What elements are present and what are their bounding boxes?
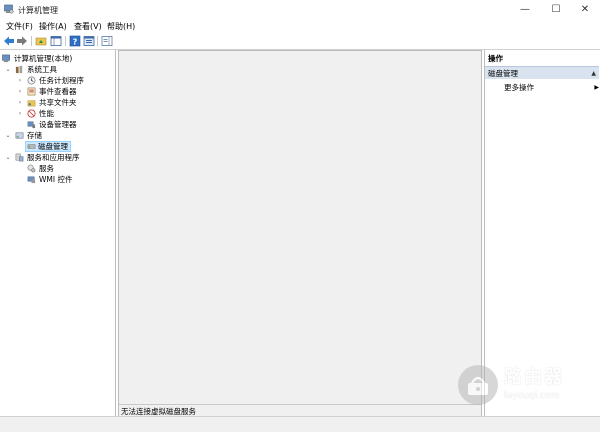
tree-label: 服务和应用程序 xyxy=(27,153,80,162)
wmi-icon xyxy=(27,176,36,184)
watermark-logo xyxy=(458,365,498,405)
watermark-title: 路由器 xyxy=(504,367,564,388)
maximize-button[interactable]: ☐ xyxy=(541,0,571,19)
chevron-right-icon[interactable]: › xyxy=(17,108,23,119)
minimize-button[interactable]: — xyxy=(510,0,540,19)
menu-bar: 文件(F) 操作(A) 查看(V) 帮助(H) xyxy=(0,19,600,33)
tree-label: 任务计划程序 xyxy=(39,76,84,85)
menu-action[interactable]: 操作(A) xyxy=(39,21,67,32)
chevron-down-icon[interactable]: ⌄ xyxy=(5,130,11,141)
title-bar: 计算机管理 — ☐ ✕ xyxy=(0,0,600,19)
more-actions-item[interactable]: 更多操作 ▶ xyxy=(504,82,599,94)
computer-management-icon xyxy=(2,54,10,63)
forward-icon[interactable] xyxy=(16,35,28,47)
tree-item-task-scheduler[interactable]: › 任务计划程序 xyxy=(2,75,112,86)
tree-item-device-manager[interactable]: 设备管理器 xyxy=(2,119,112,130)
watermark: 路由器 luyouqi.com xyxy=(458,363,588,413)
menu-file[interactable]: 文件(F) xyxy=(6,21,33,32)
chevron-right-icon[interactable]: › xyxy=(17,86,23,97)
router-logo-icon xyxy=(468,376,488,395)
tree-label: 计算机管理(本地) xyxy=(14,54,73,63)
toolbar-separator xyxy=(31,36,32,46)
collapse-caret-icon[interactable]: ▲ xyxy=(591,67,596,80)
actions-section-disk-management[interactable]: 磁盘管理 ▲ xyxy=(485,66,599,79)
tree-label: 设备管理器 xyxy=(39,120,77,129)
window-title: 计算机管理 xyxy=(18,6,58,15)
shared-folder-icon xyxy=(27,100,36,107)
menu-help[interactable]: 帮助(H) xyxy=(107,21,135,32)
services-applications-icon xyxy=(15,153,24,162)
event-viewer-icon xyxy=(27,87,36,96)
show-hide-tree-icon[interactable] xyxy=(50,35,62,47)
tree-item-wmi-control[interactable]: WMI 控件 xyxy=(2,174,112,185)
tree-label: 存储 xyxy=(27,131,42,140)
chevron-down-icon[interactable]: ⌄ xyxy=(5,64,11,75)
tree-item-services-and-applications[interactable]: ⌄ 服务和应用程序 xyxy=(2,152,112,163)
chevron-right-icon[interactable]: › xyxy=(17,75,23,86)
storage-icon xyxy=(15,132,24,139)
tree-label: 服务 xyxy=(39,164,54,173)
help-icon[interactable]: ? xyxy=(69,35,81,47)
svg-text:?: ? xyxy=(73,37,78,46)
tree-item-disk-management[interactable]: 磁盘管理 xyxy=(25,141,71,152)
chevron-right-icon[interactable]: › xyxy=(17,97,23,108)
tree-item-services[interactable]: 服务 xyxy=(2,163,112,174)
tree-item-system-tools[interactable]: ⌄ 系统工具 xyxy=(2,64,112,75)
performance-icon xyxy=(27,109,36,118)
back-icon[interactable] xyxy=(3,35,15,47)
chevron-down-icon[interactable]: ⌄ xyxy=(5,152,11,163)
disk-management-icon xyxy=(27,144,36,149)
tree-label: 磁盘管理 xyxy=(38,142,68,151)
navigation-tree: 计算机管理(本地) ⌄ 系统工具 › 任务计划程序 › 事件查看器 › 共享文件… xyxy=(0,50,116,416)
window-bottom-border xyxy=(0,416,600,432)
computer-management-icon xyxy=(4,4,14,14)
properties-icon[interactable] xyxy=(83,35,95,47)
tree-item-storage[interactable]: ⌄ 存储 xyxy=(2,130,112,141)
toolbar: ? xyxy=(0,33,600,50)
tree-label: WMI 控件 xyxy=(39,175,73,184)
section-label: 磁盘管理 xyxy=(488,69,518,78)
tree-item-event-viewer[interactable]: › 事件查看器 xyxy=(2,86,112,97)
services-icon xyxy=(27,164,36,173)
tree-item-shared-folders[interactable]: › 共享文件夹 xyxy=(2,97,112,108)
chevron-right-icon: ▶ xyxy=(594,84,599,91)
show-action-pane-icon[interactable] xyxy=(101,35,113,47)
watermark-subtitle: luyouqi.com xyxy=(504,391,560,401)
more-actions-label: 更多操作 xyxy=(504,83,534,92)
tree-label: 共享文件夹 xyxy=(39,98,77,107)
actions-pane: 操作 磁盘管理 ▲ 更多操作 ▶ xyxy=(484,50,600,416)
tree-label: 事件查看器 xyxy=(39,87,77,96)
menu-view[interactable]: 查看(V) xyxy=(74,21,102,32)
up-folder-icon[interactable] xyxy=(35,35,47,47)
content-pane: 无法连接虚拟磁盘服务 xyxy=(118,50,482,416)
toolbar-separator xyxy=(97,36,98,46)
close-button[interactable]: ✕ xyxy=(570,0,600,19)
clock-icon xyxy=(27,76,36,85)
toolbar-separator xyxy=(65,36,66,46)
device-manager-icon xyxy=(27,121,36,129)
tree-label: 系统工具 xyxy=(27,65,57,74)
tree-item-performance[interactable]: › 性能 xyxy=(2,108,112,119)
tools-icon xyxy=(15,65,23,74)
status-bar: 无法连接虚拟磁盘服务 xyxy=(119,404,481,416)
content-area xyxy=(119,51,481,403)
tree-label: 性能 xyxy=(39,109,54,118)
actions-header: 操作 xyxy=(488,54,503,63)
tree-item-computer-management[interactable]: 计算机管理(本地) xyxy=(2,53,112,64)
